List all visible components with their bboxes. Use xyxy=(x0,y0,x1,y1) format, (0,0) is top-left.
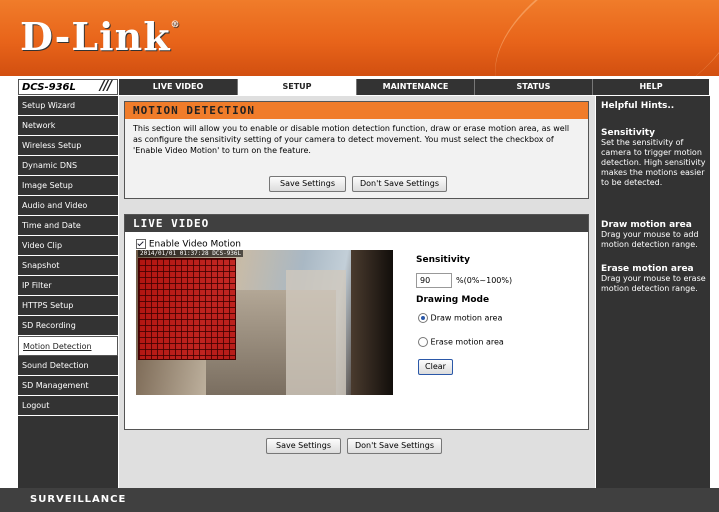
live-video-title: LIVE VIDEO xyxy=(125,215,588,232)
model-name: DCS-936L xyxy=(22,82,76,93)
dont-save-settings-button-top[interactable]: Don't Save Settings xyxy=(352,176,447,192)
drawing-mode-label: Drawing Mode xyxy=(416,295,490,305)
sidebar-item-https-setup[interactable]: HTTPS Setup xyxy=(18,296,118,316)
sidebar-item-logout[interactable]: Logout xyxy=(18,396,118,416)
enable-video-motion-checkbox[interactable] xyxy=(136,239,146,249)
sidebar-item-time-date[interactable]: Time and Date xyxy=(18,216,118,236)
dlink-logo: D-Link® xyxy=(20,14,181,59)
sidebar-item-video-clip[interactable]: Video Clip xyxy=(18,236,118,256)
dont-save-settings-button-bottom[interactable]: Don't Save Settings xyxy=(347,438,442,454)
hint-draw-body: Drag your mouse to add motion detection … xyxy=(601,230,699,249)
motion-detection-title: MOTION DETECTION xyxy=(125,102,588,119)
sidebar-item-audio-video[interactable]: Audio and Video xyxy=(18,196,118,216)
draw-motion-area-radio[interactable] xyxy=(418,313,428,323)
sidebar-item-sd-management[interactable]: SD Management xyxy=(18,376,118,396)
sidebar-item-network[interactable]: Network xyxy=(18,116,118,136)
sidebar-item-ip-filter[interactable]: IP Filter xyxy=(18,276,118,296)
tab-maintenance[interactable]: MAINTENANCE xyxy=(357,79,475,95)
footer: SURVEILLANCE xyxy=(0,488,719,512)
camera-preview[interactable]: 2014/01/01 01:37:28 DCS-936L xyxy=(136,250,393,395)
tab-help[interactable]: HELP xyxy=(593,79,709,95)
hints-title: Helpful Hints.. xyxy=(601,101,675,111)
hint-erase-title: Erase motion area xyxy=(601,264,694,274)
enable-video-motion-label: Enable Video Motion xyxy=(148,239,241,250)
sidebar-item-sd-recording[interactable]: SD Recording xyxy=(18,316,118,336)
sidebar-item-sound-detection[interactable]: Sound Detection xyxy=(18,356,118,376)
header-banner: D-Link® xyxy=(0,0,719,76)
sensitivity-input[interactable]: 90 xyxy=(416,273,452,288)
tab-live-video[interactable]: LIVE VIDEO xyxy=(119,79,238,95)
sensitivity-label: Sensitivity xyxy=(416,255,470,265)
model-slashes: /// xyxy=(99,79,112,94)
sidebar-item-image-setup[interactable]: Image Setup xyxy=(18,176,118,196)
erase-motion-area-label: Erase motion area xyxy=(430,337,504,347)
hint-draw: Draw motion area Drag your mouse to add … xyxy=(601,220,709,250)
sensitivity-range: %(0%~100%) xyxy=(456,276,513,285)
hint-sensitivity-title: Sensitivity xyxy=(601,128,655,138)
sidebar-item-setup-wizard[interactable]: Setup Wizard xyxy=(18,96,118,116)
motion-area-grid[interactable] xyxy=(138,258,236,360)
helpful-hints-panel: Helpful Hints.. Sensitivity Set the sens… xyxy=(596,96,710,488)
hint-sensitivity: Sensitivity Set the sensitivity of camer… xyxy=(601,128,709,188)
sidebar: Setup Wizard Network Wireless Setup Dyna… xyxy=(18,96,118,488)
erase-mode-row: Erase motion area xyxy=(418,337,504,347)
hint-sensitivity-body: Set the sensitivity of camera to trigger… xyxy=(601,138,706,187)
sidebar-item-motion-detection[interactable]: Motion Detection xyxy=(18,336,118,356)
main-content: MOTION DETECTION This section will allow… xyxy=(119,96,595,488)
camera-timestamp: 2014/01/01 01:37:28 DCS-936L xyxy=(138,250,244,257)
live-video-panel: LIVE VIDEO Enable Video Motion 2014/01/0… xyxy=(124,214,589,430)
preview-dark-edge xyxy=(351,250,393,395)
erase-motion-area-radio[interactable] xyxy=(418,337,428,347)
footer-surveillance-label: SURVEILLANCE xyxy=(30,494,127,505)
tab-status[interactable]: STATUS xyxy=(475,79,593,95)
sidebar-item-wireless-setup[interactable]: Wireless Setup xyxy=(18,136,118,156)
sidebar-item-snapshot[interactable]: Snapshot xyxy=(18,256,118,276)
hint-erase: Erase motion area Drag your mouse to era… xyxy=(601,264,709,294)
enable-video-motion-row: Enable Video Motion xyxy=(136,239,241,250)
draw-motion-area-label: Draw motion area xyxy=(430,313,503,323)
tab-setup[interactable]: SETUP xyxy=(238,79,357,95)
model-label: DCS-936L /// xyxy=(18,79,118,95)
preview-building-2 xyxy=(286,270,346,395)
save-settings-button-top[interactable]: Save Settings xyxy=(269,176,346,192)
draw-mode-row: Draw motion area xyxy=(418,313,502,323)
motion-detection-description: This section will allow you to enable or… xyxy=(133,124,570,155)
clear-button[interactable]: Clear xyxy=(418,359,453,375)
top-tabs: LIVE VIDEO SETUP MAINTENANCE STATUS HELP xyxy=(119,79,709,95)
hint-draw-title: Draw motion area xyxy=(601,220,692,230)
save-settings-button-bottom[interactable]: Save Settings xyxy=(266,438,341,454)
sidebar-item-dynamic-dns[interactable]: Dynamic DNS xyxy=(18,156,118,176)
header-swoosh xyxy=(467,0,719,76)
hint-erase-body: Drag your mouse to erase motion detectio… xyxy=(601,274,706,293)
motion-detection-panel: MOTION DETECTION This section will allow… xyxy=(124,101,589,199)
